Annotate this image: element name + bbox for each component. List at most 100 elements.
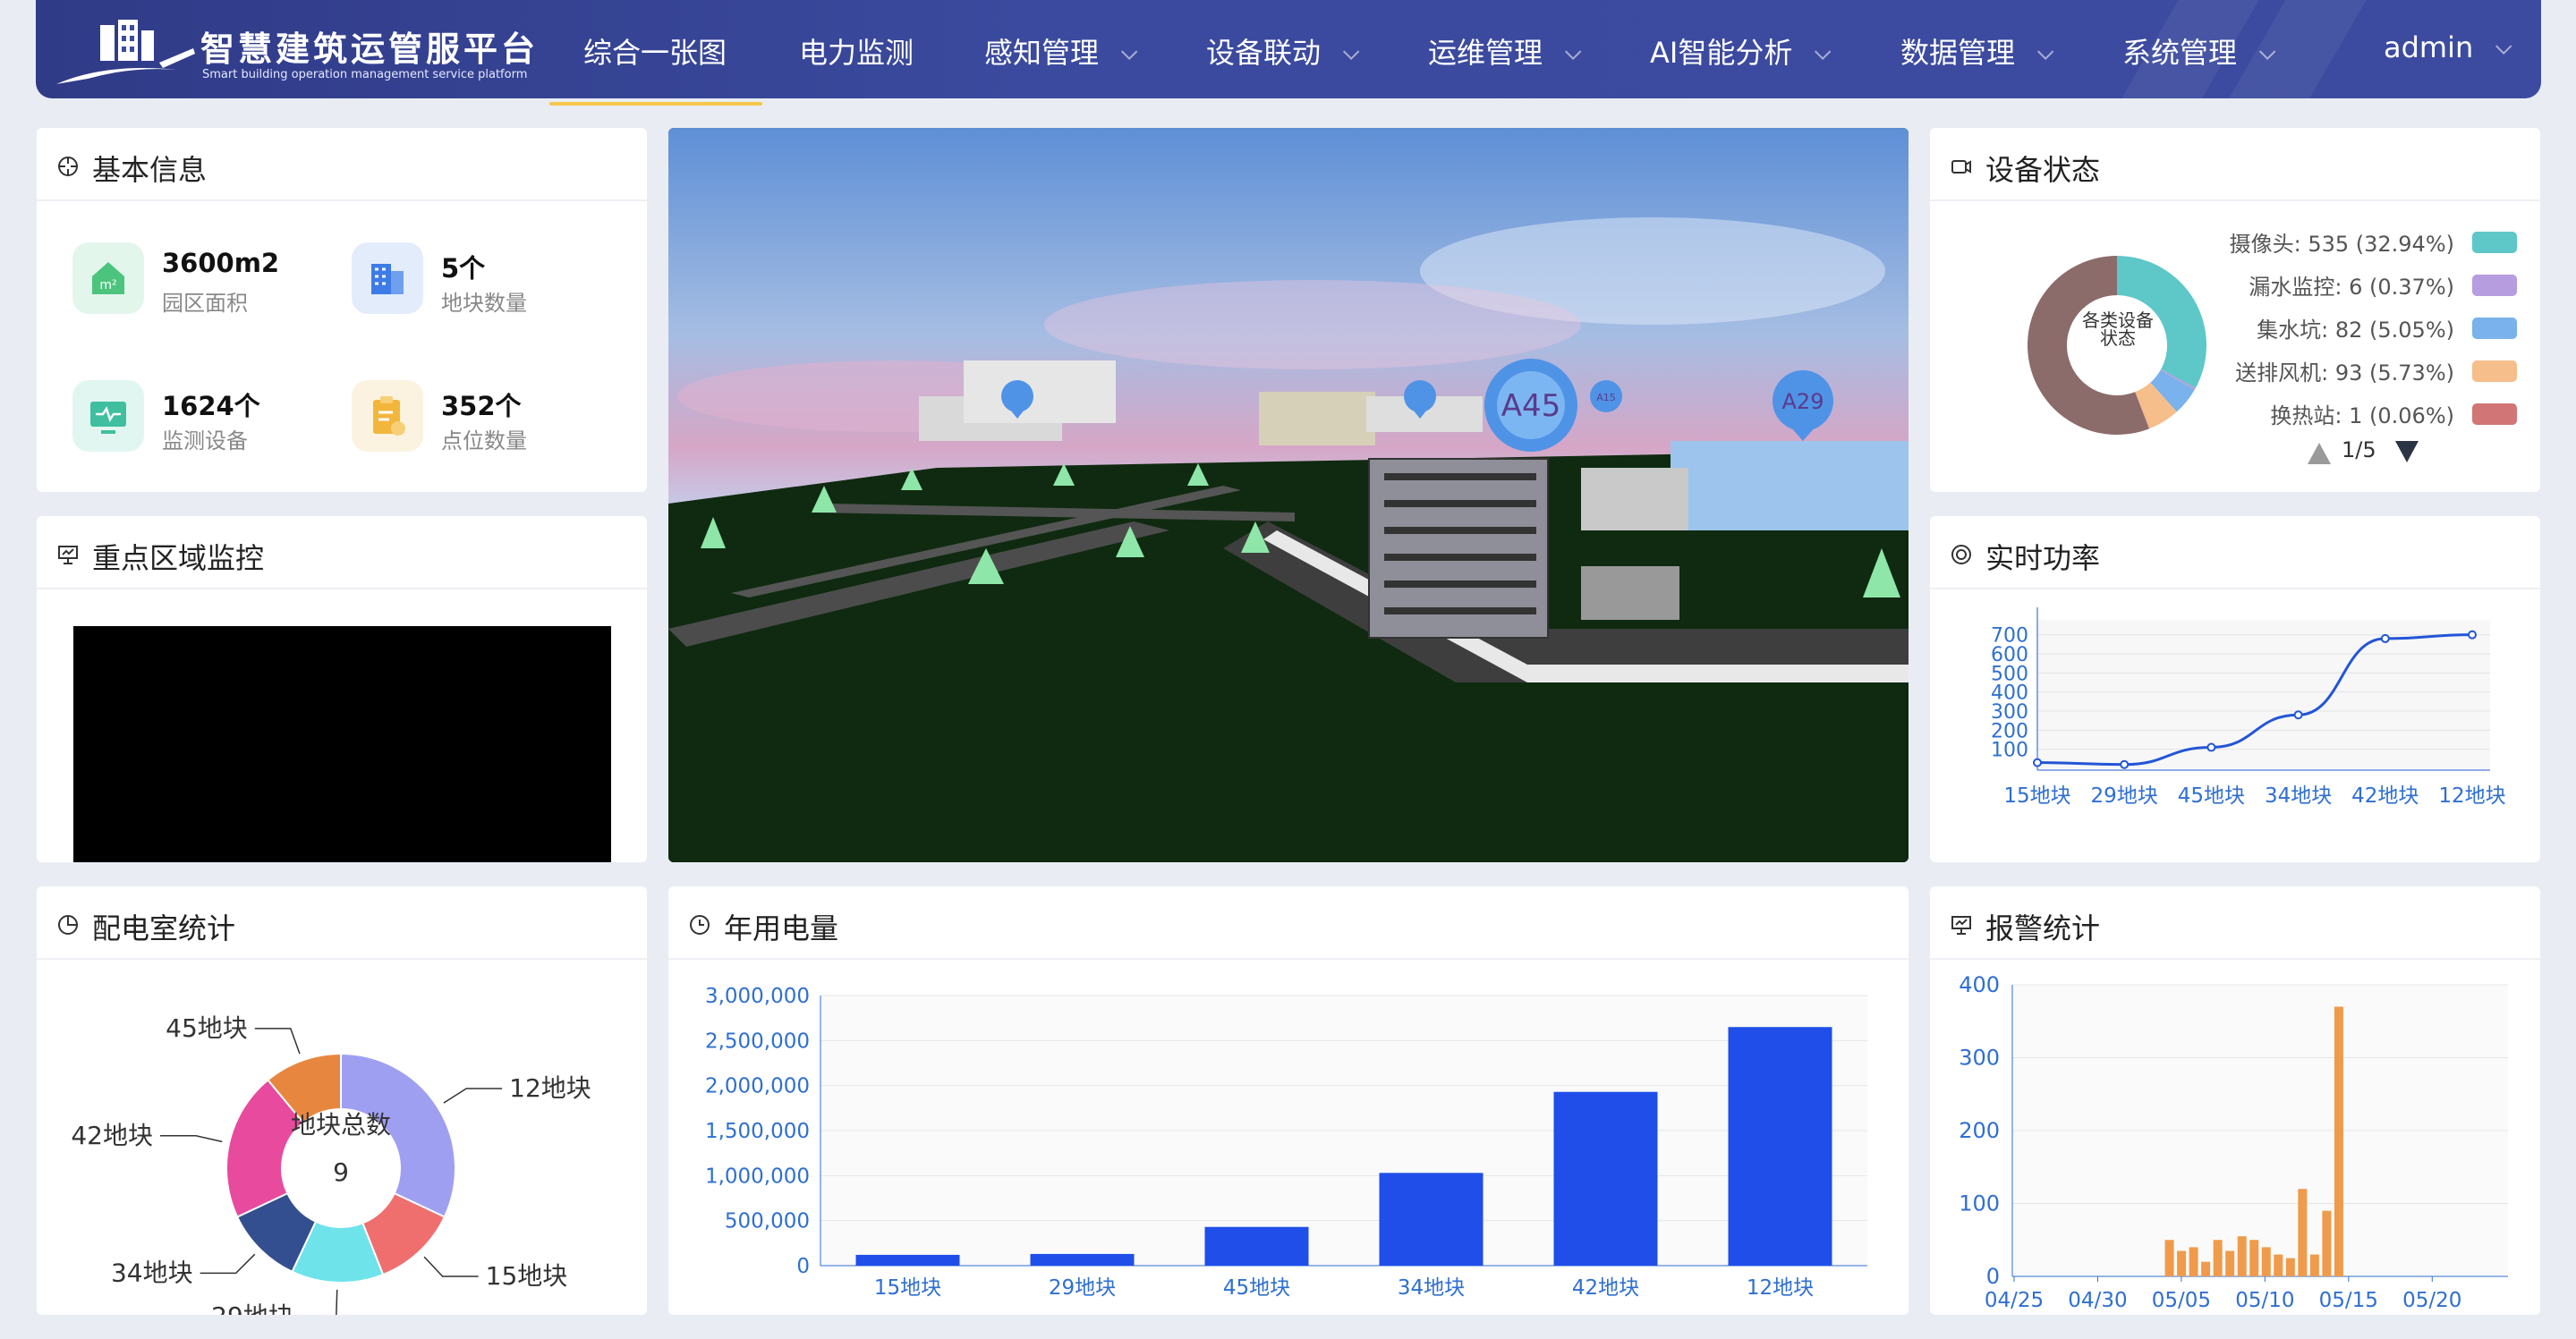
x-tick-label: 04/25 xyxy=(1985,1289,2044,1312)
leader-line xyxy=(159,1135,223,1143)
x-tick-label: 15地块 xyxy=(2003,784,2070,808)
pager-text: 1/5 xyxy=(2342,437,2376,462)
slice-label: 45地块 xyxy=(166,1013,248,1043)
alarm-bar xyxy=(2261,1247,2271,1276)
panel-header: 重点区域监控 xyxy=(37,516,647,589)
alarm-bar xyxy=(2334,1006,2343,1276)
x-tick-label: 05/20 xyxy=(2402,1289,2461,1312)
legend-item[interactable]: 送排风机: 93 (5.73%) xyxy=(2198,350,2529,393)
building xyxy=(1581,566,1679,620)
3d-scene-view[interactable]: A45 A29 A15 xyxy=(668,128,1909,862)
nav-item-operations[interactable]: 运维管理 xyxy=(1428,30,1582,72)
bar-29地块 xyxy=(1030,1253,1135,1266)
x-tick-label: 05/10 xyxy=(2235,1289,2294,1312)
nav-item-system[interactable]: 系统管理 xyxy=(2122,30,2276,72)
crosshair-icon xyxy=(58,157,78,176)
x-tick-label: 42地块 xyxy=(1572,1276,1639,1300)
bar-42地块 xyxy=(1553,1091,1658,1266)
chevron-down-icon xyxy=(2036,43,2054,61)
x-tick-label: 29地块 xyxy=(2091,784,2158,808)
x-tick-label: 42地块 xyxy=(2351,784,2419,808)
y-tick-label: 600 xyxy=(1991,644,2028,666)
nav-item-device-linkage[interactable]: 设备联动 xyxy=(1206,30,1360,72)
clock-icon xyxy=(690,915,710,935)
info-plot-count: 5个 地块数量 xyxy=(352,239,602,319)
y-tick-label: 200 xyxy=(1959,1118,2000,1143)
y-tick-label: 500 xyxy=(1991,663,2028,685)
alarm-bar xyxy=(2225,1250,2235,1276)
bar-45地块 xyxy=(1204,1226,1309,1266)
device-status-panel: 设备状态 各类设备 状态 摄像头: 535 (32.94%) 漏水监控: 6 (… xyxy=(1930,128,2540,492)
nav-item-perception[interactable]: 感知管理 xyxy=(984,30,1138,72)
leader-line xyxy=(254,1028,301,1055)
slice-label: 12地块 xyxy=(509,1073,591,1103)
marker-label: A15 xyxy=(1596,392,1616,403)
alarm-bar xyxy=(2177,1250,2187,1276)
building xyxy=(1671,441,1909,530)
chevron-down-icon xyxy=(1564,43,1582,61)
y-tick-label: 2,000,000 xyxy=(705,1075,810,1098)
device-legend: 摄像头: 535 (32.94%) 漏水监控: 6 (0.37%) 集水坑: 8… xyxy=(2198,221,2529,436)
device-donut-center-label: 各类设备 状态 xyxy=(2064,311,2172,347)
alarm-bar xyxy=(2201,1261,2211,1276)
chevron-down-icon xyxy=(1342,43,1360,61)
x-tick-label: 15地块 xyxy=(874,1276,941,1300)
y-tick-label: 300 xyxy=(1959,1046,2000,1071)
center-label-line1: 各类设备 xyxy=(2082,309,2154,331)
info-label: 园区面积 xyxy=(162,291,248,316)
video-feed[interactable] xyxy=(73,626,611,862)
data-point xyxy=(2206,742,2216,752)
slice-label: 15地块 xyxy=(486,1261,568,1291)
legend-swatch xyxy=(2472,403,2517,425)
info-value: 1624个 xyxy=(162,391,260,421)
bar-12地块 xyxy=(1728,1027,1832,1266)
nav-item-ai-analysis[interactable]: AI智能分析 xyxy=(1650,30,1832,72)
data-point xyxy=(2380,633,2390,643)
y-tick-label: 2,500,000 xyxy=(705,1030,810,1053)
y-tick-label: 700 xyxy=(1991,625,2028,648)
legend-item[interactable]: 摄像头: 535 (32.94%) xyxy=(2198,221,2529,264)
y-tick-label: 400 xyxy=(1991,682,2028,705)
info-label: 监测设备 xyxy=(162,428,248,453)
presentation-icon xyxy=(1951,916,1971,935)
nav-item-data[interactable]: 数据管理 xyxy=(1900,30,2054,72)
alarm-bar xyxy=(2274,1254,2283,1276)
panel-header: 设备状态 xyxy=(1930,128,2540,201)
campus-3d-map[interactable]: A45 A29 A15 xyxy=(668,128,1909,862)
alarm-bar xyxy=(2213,1240,2223,1276)
building-icon xyxy=(352,242,423,314)
alarm-bar-chart: 0 100 200 300 400 04/25 04/30 05/05 05/10 05/15 05… xyxy=(1959,972,2508,1312)
page-up-icon[interactable] xyxy=(2306,439,2333,466)
park-area-icon: m² xyxy=(72,242,144,314)
y-tick-label: 100 xyxy=(1959,1191,2000,1216)
alarm-bar xyxy=(2237,1236,2247,1276)
legend-item[interactable]: 漏水监控: 6 (0.37%) xyxy=(2198,264,2529,307)
main-nav: 综合一张图 电力监测 感知管理 设备联动 运维管理 AI智能分析 数据管理 系统… xyxy=(36,0,2541,98)
chevron-down-icon xyxy=(2495,38,2512,55)
nav-item-overview[interactable]: 综合一张图 xyxy=(583,30,727,72)
user-menu[interactable]: admin xyxy=(2384,30,2512,64)
bar-34地块 xyxy=(1379,1173,1484,1266)
leader-line xyxy=(200,1253,256,1275)
alarm-stats-panel: 报警统计 0 100 200 300 400 04/25 04/30 05/05 05/10 05… xyxy=(1930,886,2540,1315)
panel-title: 配电室统计 xyxy=(92,911,236,945)
username: admin xyxy=(2384,30,2474,64)
slice-label: 29地块 xyxy=(211,1301,293,1315)
marker-a15[interactable]: A15 xyxy=(1590,380,1622,412)
legend-swatch xyxy=(2472,360,2517,382)
marker-a45[interactable]: A45 xyxy=(1484,359,1577,452)
x-tick-label: 34地块 xyxy=(2265,784,2332,808)
data-point xyxy=(2293,710,2303,720)
building xyxy=(1581,468,1688,530)
legend-item[interactable]: 集水坑: 82 (5.05%) xyxy=(2198,307,2529,350)
legend-item[interactable]: 换热站: 1 (0.06%) xyxy=(2198,393,2529,436)
realtime-power-chart: 100200300400500600700 15地块 29地块 45地块 34地块 42地… xyxy=(1991,607,2506,808)
info-point-count: 352个 点位数量 xyxy=(352,377,602,457)
page-down-icon[interactable] xyxy=(2393,439,2420,466)
y-tick-label: 400 xyxy=(1959,972,2000,997)
chevron-down-icon xyxy=(2258,43,2276,61)
panel-title: 基本信息 xyxy=(92,153,208,187)
alarm-bar xyxy=(2249,1240,2259,1276)
nav-item-power-monitoring[interactable]: 电力监测 xyxy=(799,30,914,72)
svg-text:m²: m² xyxy=(99,278,116,292)
